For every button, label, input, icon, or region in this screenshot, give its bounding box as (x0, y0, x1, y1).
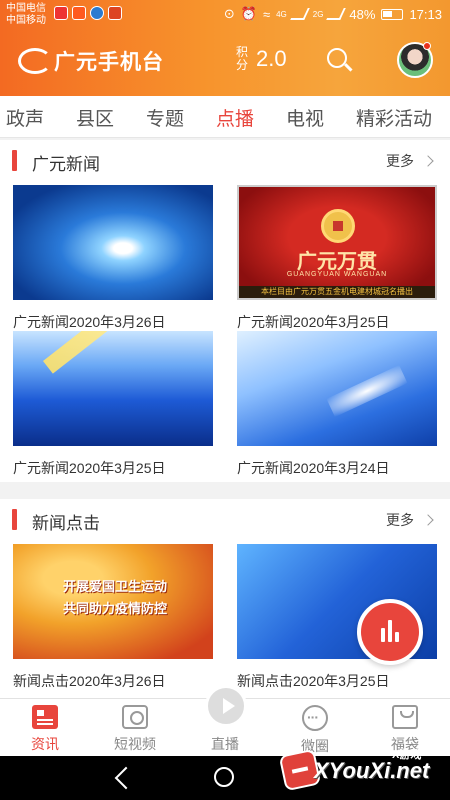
app-top-bar: 中国电信 中国移动 ⊙ ⏰ ≈ 4G 2G 48% 17:13 广元手机台 积分… (0, 0, 450, 96)
audio-player-button[interactable] (357, 599, 423, 665)
video-caption: 新闻点击2020年3月26日 (13, 673, 166, 689)
news-icon (32, 705, 58, 729)
wifi-icon: ≈ (262, 6, 271, 22)
video-card[interactable]: 广元新闻2020年3月25日 (13, 331, 213, 478)
more-link[interactable]: 更多 (386, 510, 434, 530)
thumbnail-line-1: 开展爱国卫生运动 (63, 579, 168, 594)
watermark: X游戏 XYouXi.net (272, 740, 450, 800)
nav-short-video[interactable]: 短视频 (95, 705, 175, 754)
tab-zhengsheng[interactable]: 政声 (6, 104, 44, 131)
tab-xianqu[interactable]: 县区 (76, 104, 114, 131)
clock: 17:13 (409, 6, 442, 22)
search-button[interactable] (327, 48, 353, 74)
tab-jingcai-huodong[interactable]: 精彩活动 (356, 104, 432, 131)
network-2: 2G (312, 9, 324, 19)
video-thumbnail (13, 331, 213, 446)
home-icon[interactable] (214, 767, 234, 787)
tab-dianshi[interactable]: 电视 (286, 104, 324, 131)
watermark-site: XYouXi.net (314, 758, 430, 783)
more-label: 更多 (386, 512, 414, 528)
notification-dot (423, 42, 431, 50)
coin-icon (321, 209, 355, 243)
chevron-right-icon (422, 155, 434, 167)
network-1: 4G (276, 9, 287, 19)
video-thumbnail: 开展爱国卫生运动 共同助力疫情防控 (13, 544, 213, 659)
battery-icon (381, 8, 404, 20)
points-value: 2.0 (256, 46, 287, 71)
section-guangyuan-news: 广元新闻 更多 广元新闻2020年3月26日 广元万贯 GUANGYUAN WA… (0, 140, 450, 482)
location-icon: ⊙ (223, 6, 235, 21)
signal-icon (289, 8, 310, 20)
section-news-click: 新闻点击 更多 开展爱国卫生运动 共同助力疫情防控 新闻点击2020年3月26日… (0, 499, 450, 698)
thumbnail-title: 广元万贯 (297, 251, 377, 273)
battery-percent: 48% (349, 6, 376, 22)
logo-mark-icon (18, 48, 52, 74)
thumbnail-banner: 本栏目由广元万贯五金机电建材城冠名播出 (239, 286, 435, 298)
chevron-right-icon (422, 514, 434, 526)
nav-news[interactable]: 资讯 (5, 705, 85, 754)
section-title: 广元新闻 (32, 155, 100, 174)
video-caption: 广元新闻2020年3月25日 (237, 314, 390, 330)
app-logo: 广元手机台 (18, 46, 164, 76)
back-icon[interactable] (116, 769, 132, 787)
heart-icon (54, 6, 68, 20)
video-card[interactable]: 广元万贯 GUANGYUAN WANGUAN 本栏目由广元万贯五金机电建材城冠名… (237, 185, 437, 332)
video-caption: 广元新闻2020年3月24日 (237, 460, 390, 476)
nav-label: 直播 (211, 736, 239, 752)
status-bar: 中国电信 中国移动 ⊙ ⏰ ≈ 4G 2G 48% 17:13 (0, 0, 450, 30)
video-thumbnail (13, 185, 213, 300)
video-caption: 广元新闻2020年3月26日 (13, 314, 166, 330)
video-thumbnail: 广元万贯 GUANGYUAN WANGUAN 本栏目由广元万贯五金机电建材城冠名… (237, 185, 437, 300)
more-label: 更多 (386, 153, 414, 169)
app-notification-icon (72, 6, 86, 20)
thumbnail-line-2: 共同助力疫情防控 (63, 601, 168, 616)
camera-icon (122, 705, 148, 729)
thumbnail-subtitle: GUANGYUAN WANGUAN (286, 271, 388, 278)
more-link[interactable]: 更多 (386, 151, 434, 171)
points-label: 积分 (236, 45, 249, 72)
points-display[interactable]: 积分 2.0 (236, 46, 287, 72)
video-caption: 新闻点击2020年3月25日 (237, 673, 390, 689)
bag-icon (392, 705, 418, 729)
app-header: 广元手机台 积分 2.0 (0, 30, 450, 90)
tab-dianbo[interactable]: 点播 (216, 104, 254, 131)
nav-label: 资讯 (31, 736, 59, 752)
section-header: 新闻点击 更多 (0, 499, 450, 539)
video-caption: 广元新闻2020年3月25日 (13, 460, 166, 476)
browser-icon (90, 6, 104, 20)
news-app-icon (108, 6, 122, 20)
notification-icons (54, 6, 122, 20)
audio-bars-icon (381, 628, 385, 642)
video-card[interactable]: 开展爱国卫生运动 共同助力疫情防控 新闻点击2020年3月26日 (13, 544, 213, 691)
signal-icon-2 (326, 8, 347, 20)
section-header: 广元新闻 更多 (0, 140, 450, 180)
tab-zhuanti[interactable]: 专题 (146, 104, 184, 131)
section-accent-bar (12, 509, 17, 530)
section-accent-bar (12, 150, 17, 171)
chat-icon (302, 705, 328, 731)
carrier-2: 中国移动 (6, 15, 46, 26)
carrier-info: 中国电信 中国移动 (6, 3, 46, 27)
status-right: ⊙ ⏰ ≈ 4G 2G 48% 17:13 (224, 6, 442, 22)
app-name: 广元手机台 (54, 51, 164, 74)
alarm-icon: ⏰ (240, 6, 257, 21)
video-card[interactable]: 广元新闻2020年3月26日 (13, 185, 213, 332)
section-title: 新闻点击 (32, 514, 100, 533)
video-thumbnail (237, 331, 437, 446)
video-card[interactable]: 广元新闻2020年3月24日 (237, 331, 437, 478)
carrier-1: 中国电信 (6, 3, 46, 14)
live-play-icon[interactable] (205, 685, 247, 727)
nav-label: 短视频 (114, 736, 156, 752)
category-tabs: 政声 县区 专题 点播 电视 精彩活动 (0, 96, 450, 138)
